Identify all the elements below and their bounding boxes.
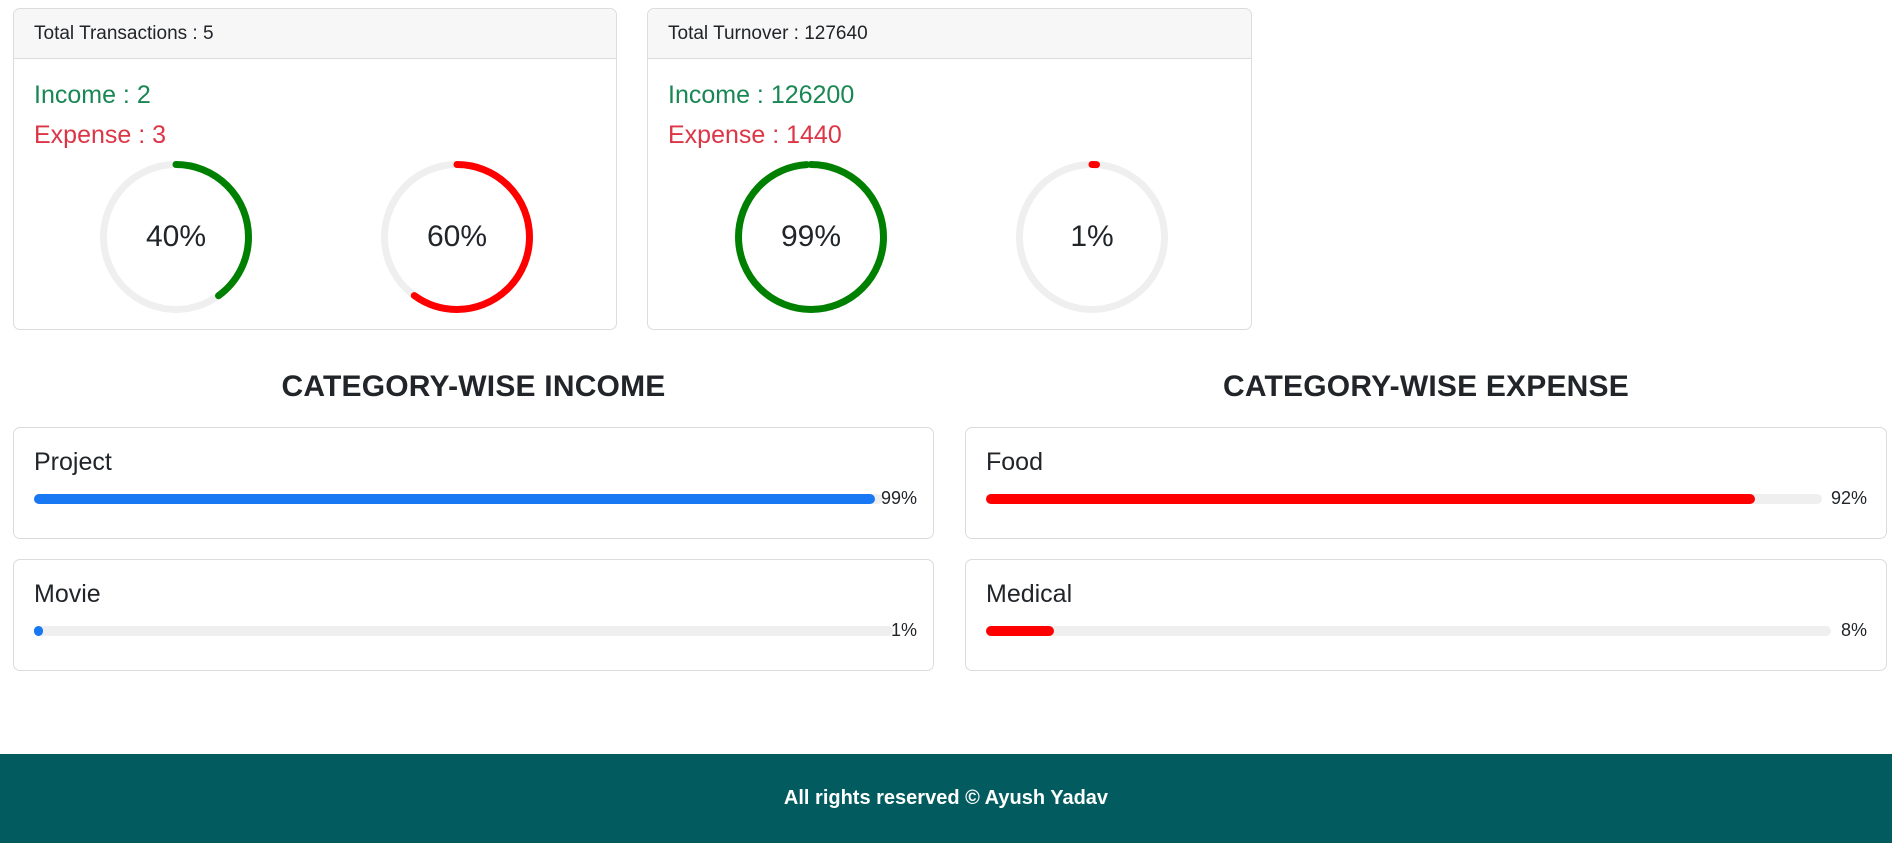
expense-progress-fill	[986, 626, 1054, 636]
income-progress-track	[34, 494, 883, 504]
expense-category-food: Food 92%	[965, 427, 1887, 539]
income-category-movie: Movie 1%	[13, 559, 934, 671]
income-category-percent: 1%	[891, 620, 918, 640]
expense-progress-track	[986, 626, 1831, 636]
transactions-card-header: Total Transactions : 5	[14, 9, 616, 59]
income-section-title: CATEGORY-WISE INCOME	[281, 370, 666, 403]
expense-progress-fill	[986, 494, 1756, 504]
income-category-name: Project	[34, 448, 112, 476]
turnover-card: Total Turnover : 127640 Income : 126200 …	[647, 8, 1252, 330]
turnover-income-ring: 99%	[734, 160, 888, 314]
expense-category-name: Medical	[986, 580, 1073, 608]
income-category-name: Movie	[34, 580, 101, 608]
income-progress-fill	[34, 626, 43, 636]
turnover-expense-amount: Expense : 1440	[668, 121, 842, 149]
expense-progress-track	[986, 494, 1822, 504]
transactions-expense-ring: 60%	[380, 160, 534, 314]
footer: All rights reserved © Ayush Yadav	[0, 754, 1892, 843]
turnover-card-header: Total Turnover : 127640	[648, 9, 1251, 59]
transactions-income-ring: 40%	[99, 160, 253, 314]
expense-category-medical: Medical 8%	[965, 559, 1887, 671]
turnover-expense-ring: 1%	[1015, 160, 1169, 314]
transactions-card: Total Transactions : 5 Income : 2 Expens…	[13, 8, 617, 330]
turnover-expense-ring-label: 1%	[1070, 220, 1114, 253]
turnover-income-amount: Income : 126200	[668, 81, 855, 109]
expense-category-name: Food	[986, 448, 1043, 476]
copyright-text: All rights reserved © Ayush Yadav	[783, 787, 1109, 809]
transactions-expense-ring-label: 60%	[426, 220, 488, 253]
expense-section-title: CATEGORY-WISE EXPENSE	[1223, 370, 1629, 403]
income-category-project: Project 99%	[13, 427, 934, 539]
income-progress-fill	[34, 494, 875, 504]
income-category-percent: 99%	[881, 488, 918, 508]
transactions-income-ring-label: 40%	[145, 220, 207, 253]
expense-category-percent: 92%	[1831, 488, 1868, 508]
expense-category-percent: 8%	[1841, 620, 1868, 640]
transactions-income-count: Income : 2	[34, 81, 151, 109]
transactions-expense-count: Expense : 3	[34, 121, 167, 149]
income-progress-track	[34, 626, 893, 636]
turnover-income-ring-label: 99%	[780, 220, 842, 253]
